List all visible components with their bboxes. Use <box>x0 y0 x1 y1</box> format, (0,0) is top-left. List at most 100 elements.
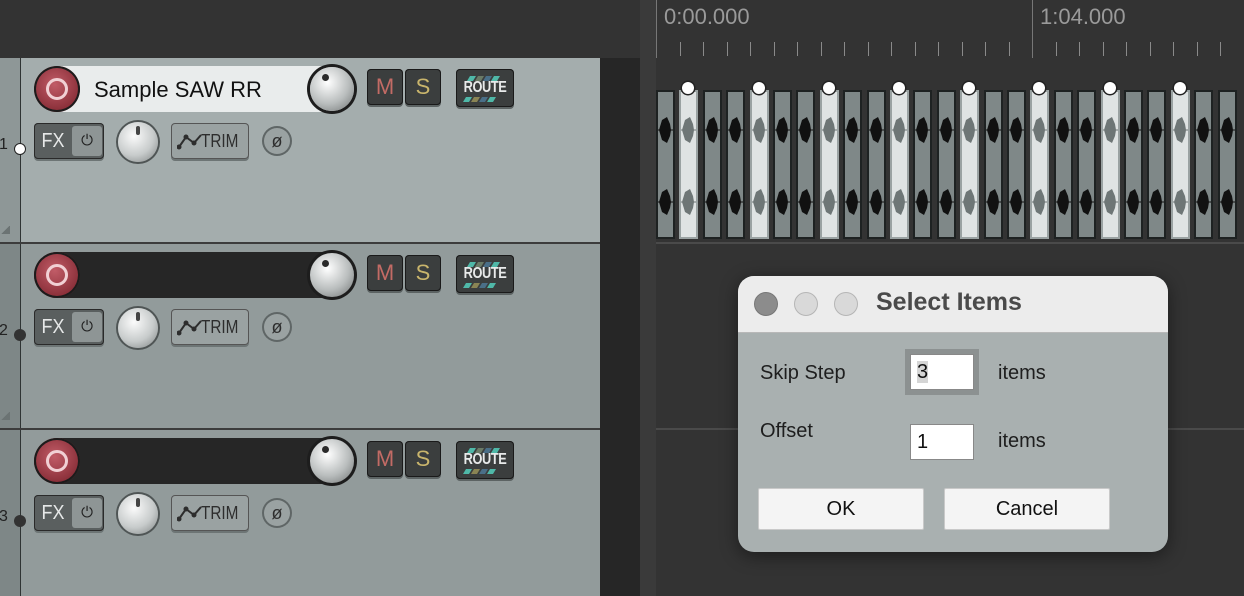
media-item[interactable] <box>773 90 792 239</box>
track-2[interactable]: 2 M S ROUTE FX ⏻ TRIM ø <box>0 244 600 428</box>
track-1[interactable]: 1 Sample SAW RR M S ROUTE FX ⏻ TRIM ø <box>0 58 600 242</box>
media-item[interactable] <box>1124 90 1143 239</box>
item-volume-handle[interactable] <box>1104 82 1116 94</box>
media-item[interactable] <box>1054 90 1073 239</box>
ruler-minor-tick <box>797 42 798 56</box>
volume-knob[interactable] <box>310 439 354 483</box>
media-item[interactable] <box>656 90 675 239</box>
volume-knob[interactable] <box>310 253 354 297</box>
track-name-field[interactable] <box>34 252 354 298</box>
media-item[interactable] <box>1218 90 1237 239</box>
track-folder-dot[interactable] <box>14 143 26 155</box>
pan-knob[interactable] <box>118 494 158 534</box>
media-item-selected[interactable] <box>1101 90 1120 239</box>
timeline-ruler[interactable]: 0:00.000 1:04.000 <box>656 0 1244 58</box>
tcp-scroll-gutter[interactable] <box>600 58 640 596</box>
track-number: 2 <box>0 322 8 339</box>
item-volume-handle[interactable] <box>1033 82 1045 94</box>
waveform-icon <box>939 117 954 215</box>
track-folder-dot[interactable] <box>14 515 26 527</box>
waveform-icon <box>775 117 790 215</box>
fx-bypass-power-icon[interactable]: ⏻ <box>72 498 102 528</box>
fx-button[interactable]: FX <box>36 309 70 345</box>
fx-bypass-power-icon[interactable]: ⏻ <box>72 126 102 156</box>
skip-step-value: 3 <box>917 361 929 383</box>
media-item-selected[interactable] <box>1171 90 1190 239</box>
waveform-icon <box>1079 117 1094 215</box>
record-arm-button[interactable] <box>34 66 80 112</box>
solo-button[interactable]: S <box>405 255 441 291</box>
track-resize-corner[interactable] <box>0 226 10 234</box>
media-item-selected[interactable] <box>820 90 839 239</box>
solo-button[interactable]: S <box>405 441 441 477</box>
close-window-button[interactable] <box>754 292 778 316</box>
ruler-minor-tick <box>727 42 728 56</box>
phase-invert-icon[interactable]: ø <box>262 498 292 528</box>
mute-button[interactable]: M <box>367 255 403 291</box>
media-item-selected[interactable] <box>960 90 979 239</box>
track-folder-dot[interactable] <box>14 329 26 341</box>
media-item[interactable] <box>796 90 815 239</box>
item-volume-handle[interactable] <box>753 82 765 94</box>
media-item[interactable] <box>843 90 862 239</box>
minimize-window-button[interactable] <box>794 292 818 316</box>
media-item[interactable] <box>867 90 886 239</box>
dialog-title-bar[interactable]: Select Items <box>738 276 1168 333</box>
media-item[interactable] <box>1007 90 1026 239</box>
media-item[interactable] <box>984 90 1003 239</box>
mute-button[interactable]: M <box>367 69 403 105</box>
skip-step-input[interactable]: 3 <box>910 354 974 390</box>
route-label: ROUTE <box>463 265 507 282</box>
route-button[interactable]: ROUTE <box>456 69 514 107</box>
offset-input[interactable]: 1 <box>910 424 974 460</box>
automation-trim-button[interactable]: TRIM <box>171 495 249 531</box>
media-item-selected[interactable] <box>679 90 698 239</box>
ok-button[interactable]: OK <box>758 488 924 530</box>
media-item[interactable] <box>1077 90 1096 239</box>
route-button[interactable]: ROUTE <box>456 441 514 479</box>
phase-invert-icon[interactable]: ø <box>262 312 292 342</box>
waveform-icon <box>681 117 696 215</box>
automation-trim-button[interactable]: TRIM <box>171 309 249 345</box>
mute-button[interactable]: M <box>367 441 403 477</box>
media-item[interactable] <box>1194 90 1213 239</box>
pan-knob[interactable] <box>118 122 158 162</box>
zoom-window-button[interactable] <box>834 292 858 316</box>
track-name-field[interactable] <box>34 438 354 484</box>
media-item-selected[interactable] <box>750 90 769 239</box>
media-item[interactable] <box>1147 90 1166 239</box>
tcp-arrange-divider[interactable] <box>640 0 656 596</box>
cancel-button[interactable]: Cancel <box>944 488 1110 530</box>
item-volume-handle[interactable] <box>823 82 835 94</box>
ruler-minor-tick <box>962 42 963 56</box>
media-item-selected[interactable] <box>1030 90 1049 239</box>
record-arm-button[interactable] <box>34 438 80 484</box>
fx-button-group[interactable]: FX ⏻ <box>34 309 104 345</box>
solo-button[interactable]: S <box>405 69 441 105</box>
item-volume-handle[interactable] <box>682 82 694 94</box>
media-item[interactable] <box>937 90 956 239</box>
media-item[interactable] <box>726 90 745 239</box>
fx-button-group[interactable]: FX ⏻ <box>34 123 104 159</box>
media-item-selected[interactable] <box>890 90 909 239</box>
phase-invert-icon[interactable]: ø <box>262 126 292 156</box>
fx-button[interactable]: FX <box>36 123 70 159</box>
media-item[interactable] <box>913 90 932 239</box>
record-arm-button[interactable] <box>34 252 80 298</box>
route-button[interactable]: ROUTE <box>456 255 514 293</box>
item-volume-handle[interactable] <box>1174 82 1186 94</box>
media-item[interactable] <box>703 90 722 239</box>
track-3[interactable]: 3 M S ROUTE FX ⏻ TRIM ø <box>0 430 600 596</box>
volume-knob[interactable] <box>310 67 354 111</box>
track-resize-corner[interactable] <box>0 412 10 420</box>
pan-knob[interactable] <box>118 308 158 348</box>
automation-trim-button[interactable]: TRIM <box>171 123 249 159</box>
ruler-minor-tick <box>844 42 845 56</box>
waveform-icon <box>798 117 813 215</box>
fx-bypass-power-icon[interactable]: ⏻ <box>72 312 102 342</box>
fx-button[interactable]: FX <box>36 495 70 531</box>
track-name-field[interactable]: Sample SAW RR <box>34 66 354 112</box>
item-volume-handle[interactable] <box>963 82 975 94</box>
item-volume-handle[interactable] <box>893 82 905 94</box>
fx-button-group[interactable]: FX ⏻ <box>34 495 104 531</box>
